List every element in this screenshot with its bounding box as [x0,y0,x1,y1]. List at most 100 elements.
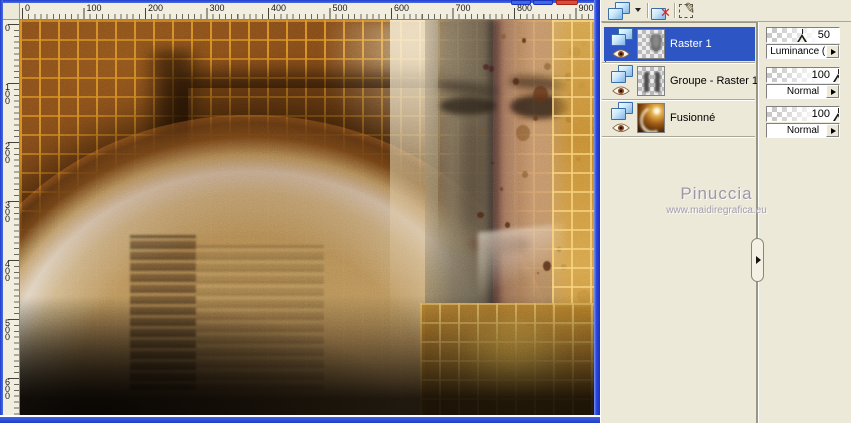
opacity-value: 100 [811,108,830,120]
red-x-icon: ✕ [660,5,671,20]
window-bottom-border [0,415,600,423]
visibility-eye-icon[interactable] [612,84,630,96]
watermark-title: Pinuccia [680,184,753,203]
splatter-dot [482,63,489,71]
layer-controls-panel: 50 Luminance (H) ✎ ✎ 100 Normal ✎ ✎ 10 [764,22,851,423]
v-ruler-label: 400 [5,259,11,283]
new-layer-button[interactable] [608,2,644,20]
splatter-dot [476,211,485,218]
layers-palette-toolbar: ✕ ✎ [601,0,851,22]
blend-mode-value: Normal [786,125,820,136]
layer-controls-raster-1: 50 Luminance (H) [766,27,851,59]
dropdown-arrow-icon [831,89,836,95]
splatter-dot [521,38,526,43]
v-ruler-label: 100 [5,82,11,106]
row-separator [602,136,755,137]
h-ruler-label: 500 [332,3,348,13]
opacity-slider[interactable]: 50 [766,27,840,43]
close-button[interactable] [556,0,578,5]
new-layer-icon [608,2,632,21]
visibility-eye-icon[interactable] [612,47,630,59]
layer-name: Fusionné [670,112,716,124]
layer-controls-groupe: 100 Normal [766,67,851,99]
opacity-value: 50 [817,29,830,41]
layer-list: Raster 1 Groupe - Raster 1 Fusionné [602,22,759,423]
splatter-dot [488,65,495,72]
restore-button[interactable] [533,0,553,5]
opacity-value: 100 [811,69,830,81]
splatter-dot [544,63,552,71]
v-ruler-label: 300 [5,200,11,224]
splatter-dot [515,125,530,142]
opacity-slider[interactable]: 100 [766,106,840,122]
edit-selection-button[interactable]: ✎ [679,0,703,20]
new-layer-dropdown-caret[interactable] [635,8,641,12]
splatter-dot [533,86,549,103]
site-watermark: Pinuccia www.maidiregrafica.eu [629,184,804,216]
layer-controls-fusionne: 100 Normal [766,106,851,138]
h-ruler-label: 200 [148,3,164,13]
h-ruler-label: 0 [25,3,31,13]
toolbar-separator [647,3,648,18]
splatter-dot [501,34,507,39]
blend-mode-dropdown-button[interactable] [826,124,839,137]
splatter-dot [491,162,494,165]
splatter-dot [499,187,504,192]
blend-mode-select[interactable]: Normal [766,123,840,138]
v-ruler-label: 0 [5,23,11,33]
delete-layer-button[interactable]: ✕ [651,2,673,20]
ruler-corner [3,3,20,20]
blend-mode-value: Normal [786,86,820,97]
image-window: 0 100 200 300 400 500 600 700 800 900 01002003004… [0,0,600,423]
layer-row-fusionne[interactable]: Fusionné [604,101,755,135]
horizontal-ruler[interactable]: 0 100 200 300 400 500 600 700 800 900 [20,3,594,20]
row-separator [602,62,755,63]
watermark-url: www.maidiregrafica.eu [666,205,767,216]
artwork-bottom-shadow [20,295,594,417]
splatter-dot [505,222,511,228]
layer-row-raster-1[interactable]: Raster 1 [604,27,755,61]
layer-name: Raster 1 [670,38,712,50]
opacity-slider-handle[interactable] [833,108,839,121]
dropdown-arrow-icon [831,128,836,134]
visibility-eye-icon[interactable] [612,121,630,133]
h-ruler-label: 700 [455,3,471,13]
splitter-arrow-icon [756,256,761,264]
palette-splitter-handle[interactable] [751,238,764,282]
canvas-artwork[interactable] [20,20,594,417]
palette-divider [757,22,764,423]
vertical-ruler[interactable]: 0 100 200 300 400 500 600 [3,20,20,417]
toolbar-separator [674,3,675,18]
blend-mode-select[interactable]: Luminance (H) [766,44,840,59]
h-ruler-label: 900 [578,3,594,13]
v-ruler-label: 500 [5,318,11,342]
splatter-dot [543,261,551,271]
minimize-button[interactable] [511,0,531,5]
h-ruler-label: 300 [209,3,225,13]
dropdown-arrow-icon [831,49,836,55]
opacity-slider-handle[interactable] [797,29,808,42]
v-ruler-label: 200 [5,141,11,165]
splatter-dot [522,171,528,179]
opacity-slider[interactable]: 100 [766,67,840,83]
layers-palette: ✕ ✎ Raster 1 Groupe - Raster 1 Fusionné … [600,0,851,423]
layer-thumbnail [637,29,665,59]
h-ruler-label: 100 [86,3,102,13]
opacity-slider-handle[interactable] [833,69,839,82]
window-left-border [0,0,3,423]
layer-name: Groupe - Raster 1 [670,75,759,87]
splatter-dot [537,272,540,275]
blend-mode-dropdown-button[interactable] [826,85,839,98]
v-ruler-label: 600 [5,377,11,401]
blend-mode-select[interactable]: Normal [766,84,840,99]
splatter-dot [481,130,486,135]
layer-thumbnail [637,66,665,96]
layer-row-groupe-raster-1[interactable]: Groupe - Raster 1 [604,64,759,98]
splatter-dot [532,116,538,122]
blend-mode-dropdown-button[interactable] [826,45,839,58]
h-ruler-label: 400 [271,3,287,13]
layer-pages-icon [611,102,635,121]
splatter-dot [512,77,519,85]
brush-icon: ✎ [682,0,698,17]
h-ruler-label: 600 [394,3,410,13]
